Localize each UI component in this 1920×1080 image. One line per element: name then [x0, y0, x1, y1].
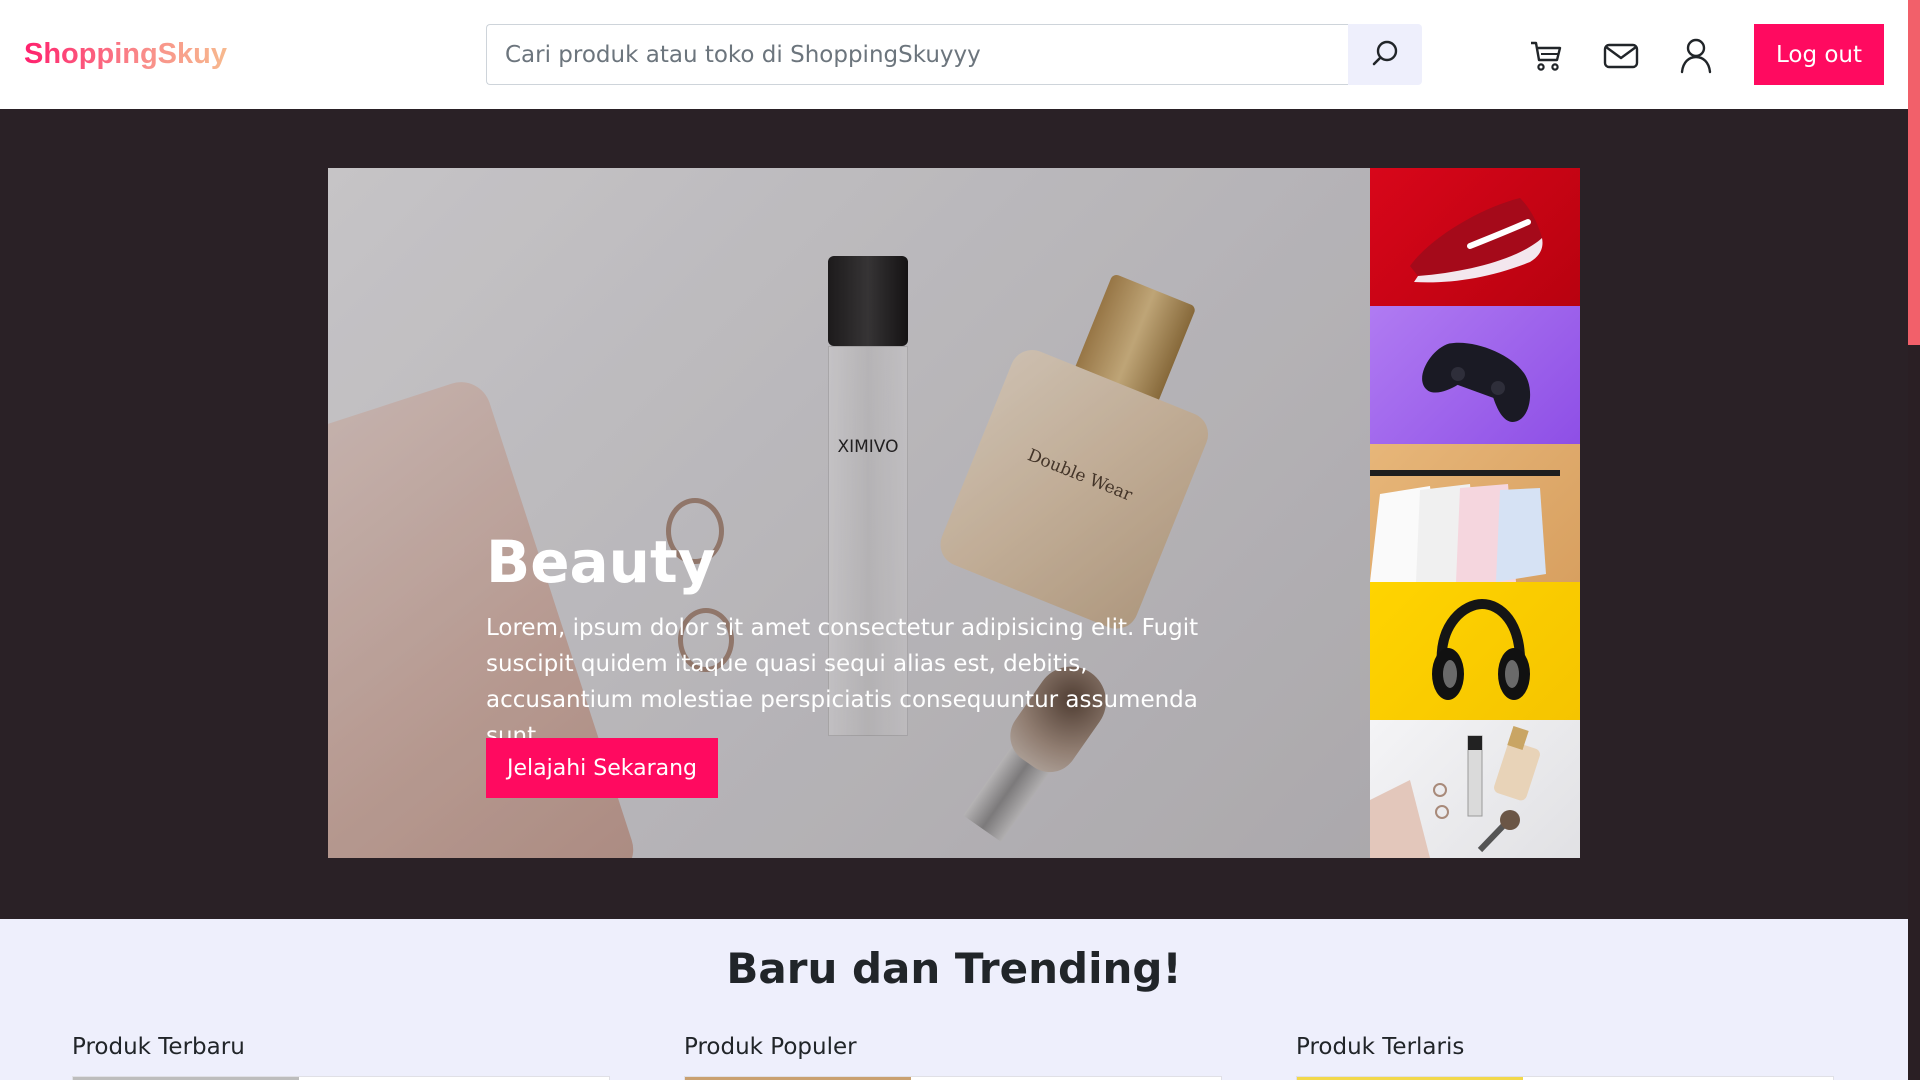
search-input[interactable]	[486, 24, 1348, 85]
column-label-popular: Produk Populer	[684, 1034, 857, 1060]
product-card[interactable]	[72, 1076, 610, 1080]
brand-logo[interactable]: ShoppingSkuy	[24, 38, 227, 71]
mail-icon[interactable]	[1603, 38, 1639, 74]
search-bar	[486, 24, 1422, 85]
hero-carousel: XIMIVO Double Wear Beauty Lorem, ipsum d…	[328, 168, 1370, 858]
column-label-newest: Produk Terbaru	[72, 1034, 245, 1060]
thumbnail-headphones[interactable]	[1370, 582, 1580, 720]
explore-now-button[interactable]: Jelajahi Sekarang	[486, 738, 718, 798]
game-controller-icon	[1422, 342, 1531, 422]
column-label-bestselling: Produk Terlaris	[1296, 1034, 1465, 1060]
thumbnail-beauty[interactable]	[1370, 720, 1580, 858]
user-icon[interactable]	[1678, 38, 1714, 74]
thumbnail-game-controller[interactable]	[1370, 306, 1580, 444]
scrollbar-thumb[interactable]	[1908, 0, 1920, 345]
navbar: ShoppingSkuy L	[0, 0, 1908, 109]
category-thumbnails	[1370, 168, 1580, 858]
search-icon	[1371, 39, 1399, 70]
hero-overlay	[328, 168, 1370, 858]
clothing-rack-icon	[1370, 470, 1560, 582]
headphones-icon	[1432, 598, 1530, 700]
product-card[interactable]	[1296, 1076, 1834, 1080]
beauty-products-icon	[1370, 726, 1540, 858]
thumbnail-clothing[interactable]	[1370, 444, 1580, 582]
search-button[interactable]	[1348, 24, 1422, 85]
cart-icon[interactable]	[1528, 38, 1564, 74]
logout-button[interactable]: Log out	[1754, 24, 1884, 85]
slide-title: Beauty	[486, 528, 716, 596]
thumbnail-sneaker[interactable]	[1370, 168, 1580, 306]
product-card[interactable]	[684, 1076, 1222, 1080]
sneaker-icon	[1410, 198, 1543, 283]
section-title-trending: Baru dan Trending!	[726, 944, 1182, 993]
slide-description: Lorem, ipsum dolor sit amet consectetur …	[486, 615, 1199, 749]
